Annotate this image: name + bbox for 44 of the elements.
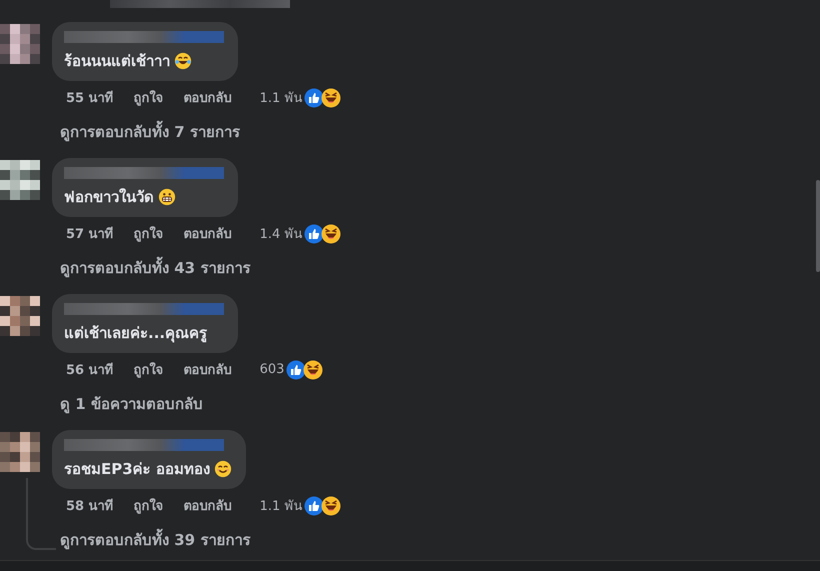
comment-text: ฟอกขาวในวัด [64,187,154,208]
view-replies-link[interactable]: ดูการตอบกลับทั้ง 7 รายการ [60,120,240,144]
laughing-face-icon [321,496,342,516]
reply-link[interactable]: ตอบกลับ [184,87,232,108]
like-link[interactable]: ถูกใจ [134,359,164,380]
like-icon [304,88,324,108]
reply-link[interactable]: ตอบกลับ [184,495,232,516]
blurred-name[interactable] [64,303,224,315]
comment-text: ร้อนนนแต่เช้าาา [64,51,170,72]
grimacing-emoji-icon [158,188,176,206]
blurred-name[interactable] [64,31,224,43]
comment-time[interactable]: 55 นาที [66,87,114,108]
laughing-face-icon [303,360,324,380]
like-link[interactable]: ถูกใจ [134,223,164,244]
view-replies-link[interactable]: ดูการตอบกลับทั้ง 43 รายการ [60,256,250,280]
laughing-tears-emoji-icon [174,52,192,70]
blurred-avatar[interactable] [0,296,40,336]
view-replies-link[interactable]: ดูการตอบกลับทั้ง 39 รายการ [60,528,250,552]
blurred-name[interactable] [64,167,224,179]
scrollbar-thumb[interactable] [816,180,820,272]
reply-link[interactable]: ตอบกลับ [184,359,232,380]
like-icon [286,360,306,380]
comment-time[interactable]: 58 นาที [66,495,114,516]
comment-time[interactable]: 57 นาที [66,223,114,244]
laughing-face-icon [321,224,342,244]
laughing-face-icon [321,88,342,108]
like-icon [304,224,324,244]
view-replies-link[interactable]: ดู 1 ข้อความตอบกลับ [60,392,203,416]
reaction-count[interactable]: 1.1 พัน [260,495,302,516]
comment-text: แต่เช้าเลยค่ะ...คุณครู [64,323,208,344]
reaction-count[interactable]: 1.4 พัน [260,223,302,244]
blurred-avatar[interactable] [0,160,40,200]
reply-link[interactable]: ตอบกลับ [184,223,232,244]
comment-time[interactable]: 56 นาที [66,359,114,380]
blurred-name[interactable] [64,439,224,451]
blurred-avatar[interactable] [0,24,40,64]
reaction-count[interactable]: 1.1 พัน [260,87,302,108]
like-link[interactable]: ถูกใจ [134,87,164,108]
comment-text: รอชมEP3ค่ะ ออมทอง [64,459,210,480]
reaction-count[interactable]: 603 [260,362,284,377]
like-icon [304,496,324,516]
smiling-emoji-icon [214,460,232,478]
like-link[interactable]: ถูกใจ [134,495,164,516]
blurred-avatar[interactable] [0,432,40,472]
